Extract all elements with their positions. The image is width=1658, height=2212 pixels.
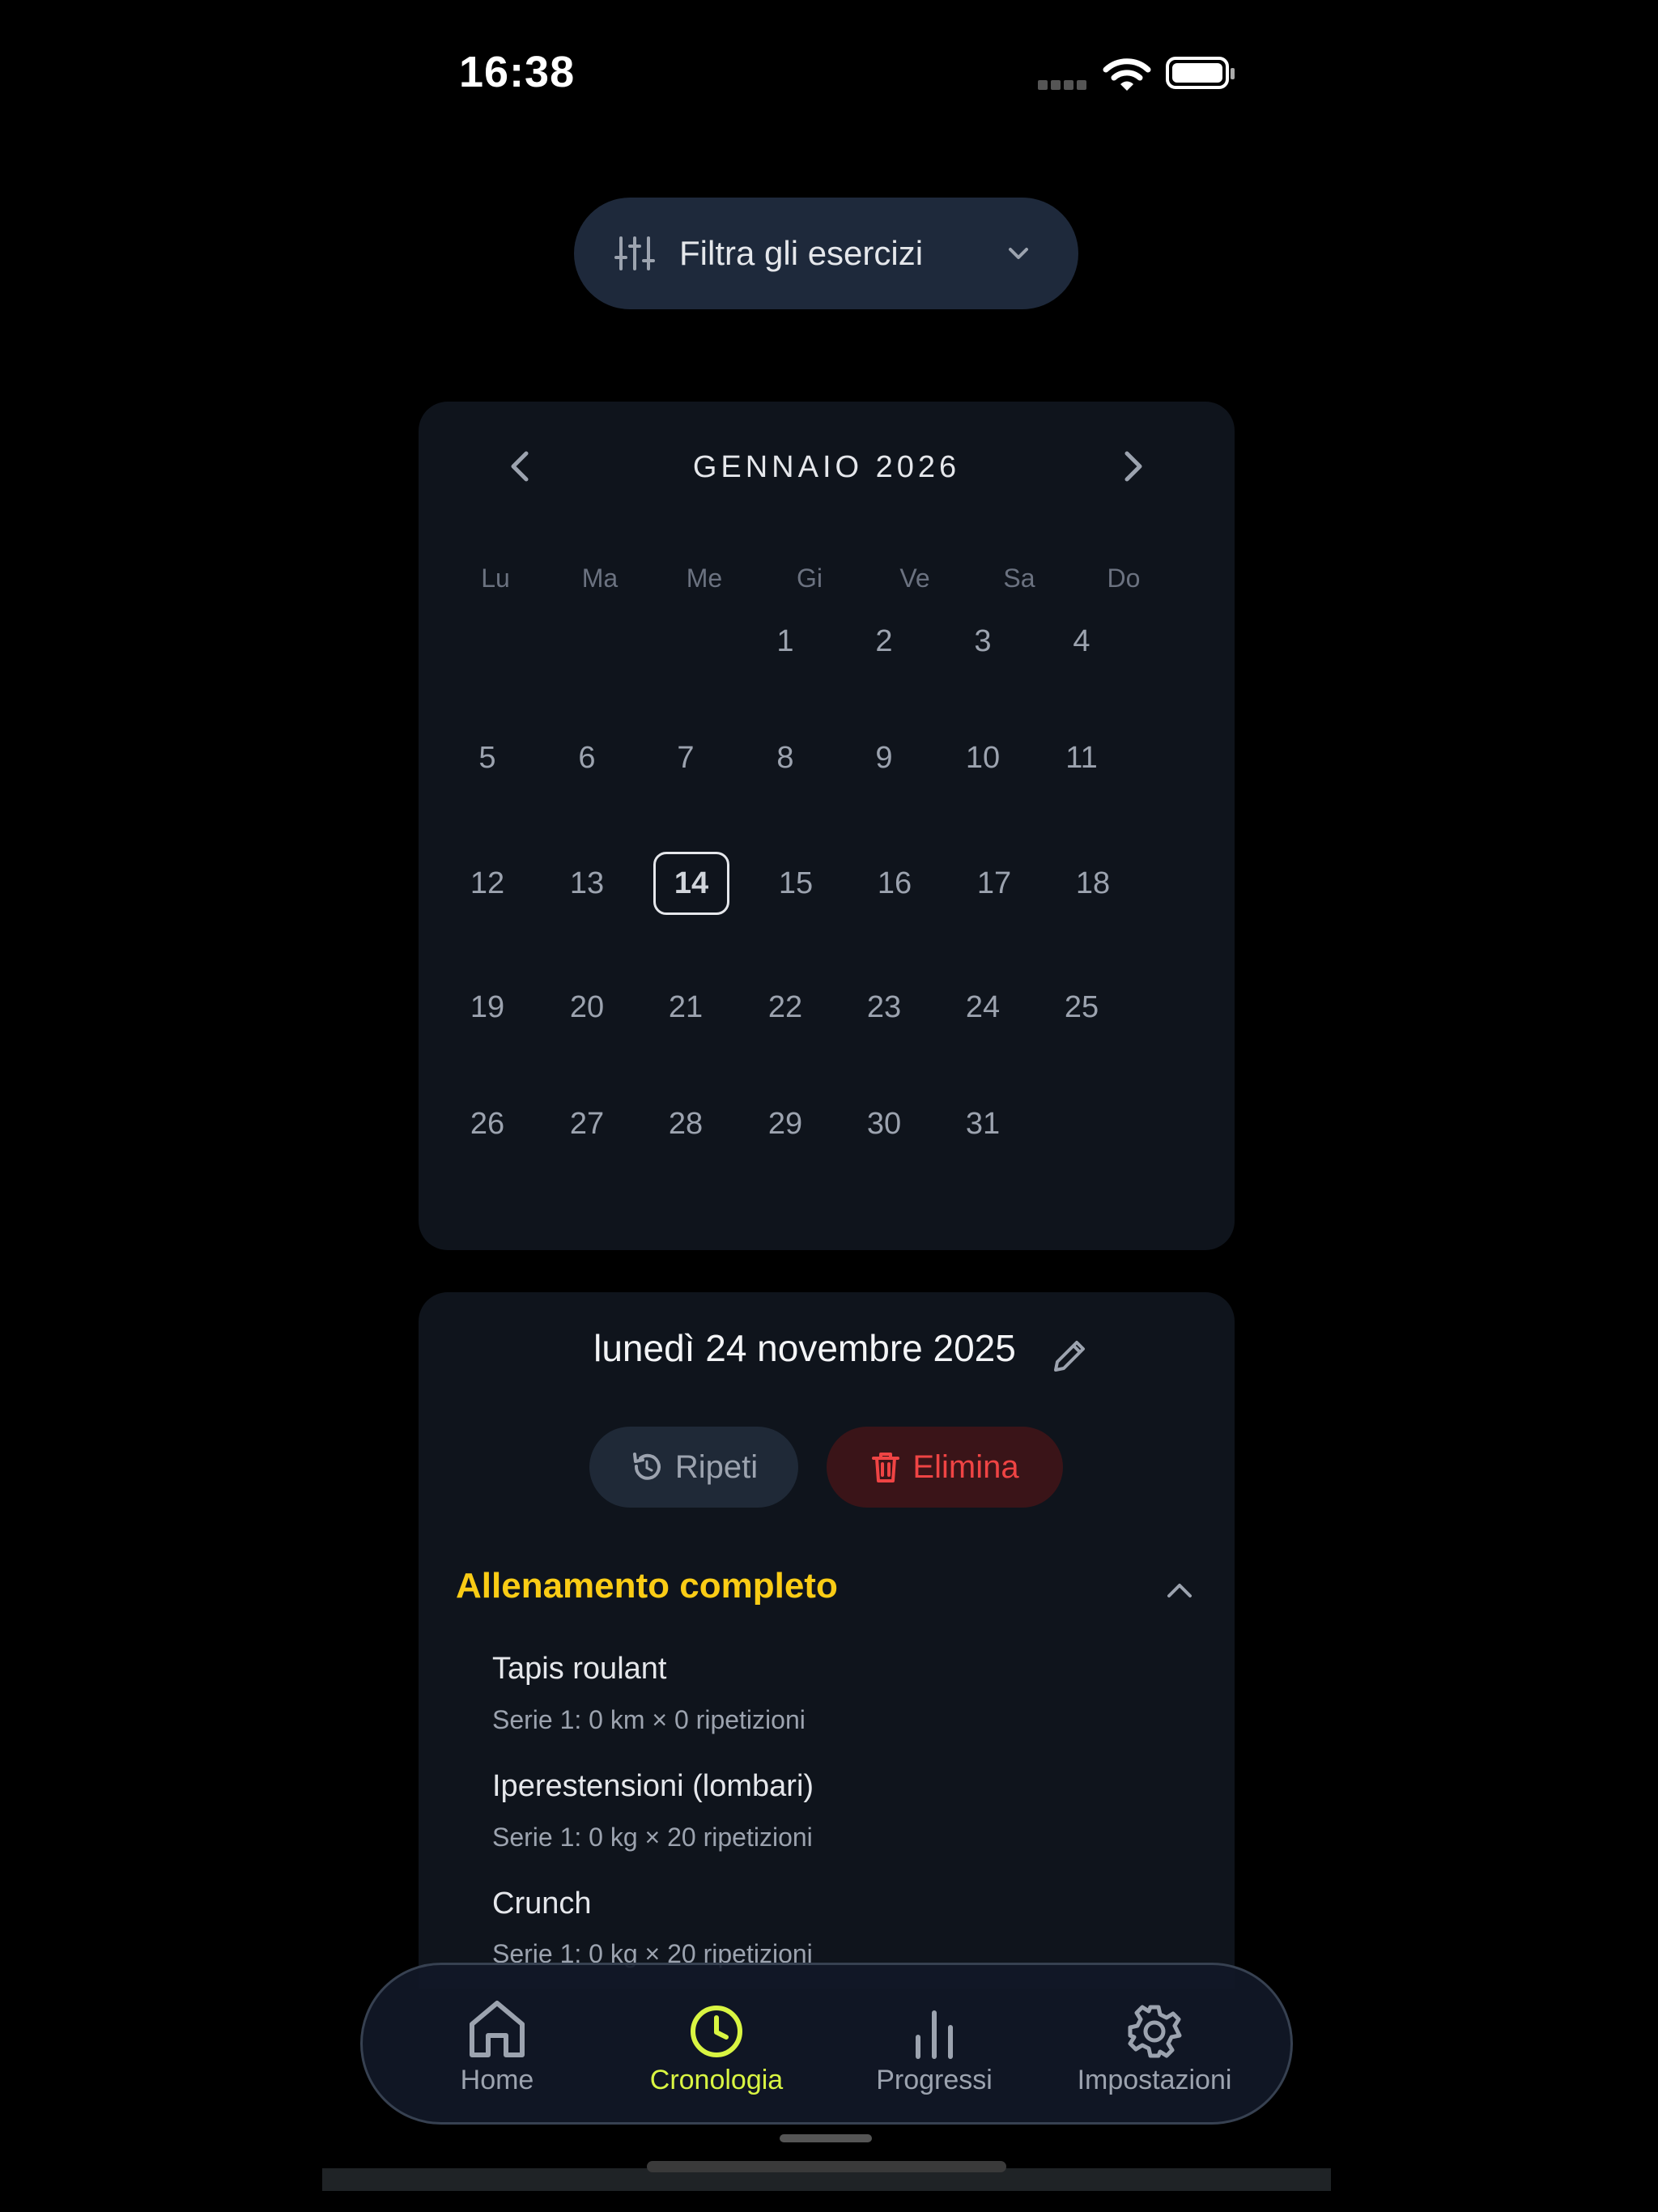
calendar-day[interactable]: 30: [844, 1100, 925, 1148]
weekday-label: Gi: [797, 564, 823, 593]
calendar-day[interactable]: 8: [745, 734, 826, 782]
drag-handle[interactable]: [780, 2134, 872, 2142]
workout-group-title[interactable]: Allenamento completo: [456, 1566, 838, 1606]
tab-label: Impostazioni: [1077, 2065, 1232, 2095]
weekday-label: Ma: [581, 564, 619, 593]
weekday-label: Do: [1107, 564, 1141, 593]
repeat-button[interactable]: Ripeti: [589, 1427, 798, 1508]
tab-settings[interactable]: Impostazioni: [1065, 1995, 1244, 2096]
calendar-day[interactable]: 9: [844, 734, 925, 782]
calendar-day[interactable]: 7: [645, 734, 726, 782]
exercise-name: Tapis roulant: [492, 1652, 667, 1686]
clock-icon: [691, 2006, 742, 2057]
calendar-day[interactable]: 5: [447, 734, 528, 782]
tab-history[interactable]: Cronologia: [627, 1995, 806, 2096]
delete-label: Elimina: [912, 1448, 1019, 1485]
battery-icon: [1166, 57, 1235, 89]
calendar-day[interactable]: 20: [546, 983, 627, 1032]
home-indicator[interactable]: [647, 2161, 1006, 2172]
weekday-label: Me: [686, 564, 723, 593]
rotate-icon: [632, 1453, 661, 1480]
calendar-day[interactable]: 21: [645, 983, 726, 1032]
calendar-day[interactable]: 22: [745, 983, 826, 1032]
trash-icon: [872, 1453, 900, 1482]
tab-label: Home: [460, 2065, 534, 2095]
tab-label: Progressi: [876, 2065, 993, 2095]
calendar-day[interactable]: 3: [942, 617, 1023, 666]
bar-chart-icon: [916, 2010, 953, 2059]
weekday-label: Sa: [1003, 564, 1035, 593]
repeat-label: Ripeti: [674, 1448, 759, 1485]
calendar-day[interactable]: 29: [745, 1100, 826, 1148]
exercise-detail: Serie 1: 0 km × 0 ripetizioni: [492, 1705, 806, 1734]
tab-home[interactable]: Home: [408, 1995, 586, 2096]
gear-icon: [1128, 2005, 1182, 2058]
calendar-day[interactable]: 1: [745, 617, 826, 666]
chevron-up-icon[interactable]: [1163, 1574, 1197, 1608]
delete-button[interactable]: Elimina: [827, 1427, 1063, 1508]
calendar-day[interactable]: 15: [755, 859, 836, 908]
filter-label: Filtra gli esercizi: [679, 234, 924, 272]
calendar-day[interactable]: 2: [844, 617, 925, 666]
calendar-day[interactable]: 13: [546, 859, 627, 908]
calendar-day[interactable]: 19: [447, 983, 528, 1032]
tab-label: Cronologia: [649, 2065, 784, 2095]
exercise-name: Iperestensioni (lombari): [492, 1769, 814, 1803]
calendar-day[interactable]: 26: [447, 1100, 528, 1148]
pencil-icon[interactable]: [1049, 1334, 1091, 1376]
exercise-name: Crunch: [492, 1887, 592, 1921]
calendar-day[interactable]: 27: [546, 1100, 627, 1148]
calendar-day[interactable]: 17: [954, 859, 1035, 908]
exercise-detail: Serie 1: 0 kg × 20 ripetizioni: [492, 1823, 813, 1852]
status-time: 16:38: [459, 48, 576, 96]
calendar-day[interactable]: 25: [1041, 983, 1122, 1032]
workout-session-card: [419, 1292, 1235, 1989]
home-icon: [470, 2001, 525, 2057]
calendar-card: [419, 402, 1235, 1250]
calendar-day[interactable]: 31: [942, 1100, 1023, 1148]
calendar-day[interactable]: 24: [942, 983, 1023, 1032]
weekday-label: Ve: [899, 564, 930, 593]
calendar-day[interactable]: 10: [942, 734, 1023, 782]
calendar-day[interactable]: 28: [645, 1100, 726, 1148]
calendar-day[interactable]: 23: [844, 983, 925, 1032]
calendar-day[interactable]: 12: [447, 859, 528, 908]
sliders-icon: [614, 236, 655, 270]
chevron-right-icon: [1124, 451, 1142, 482]
next-month-button[interactable]: [1109, 442, 1158, 491]
calendar-day[interactable]: 18: [1052, 859, 1133, 908]
wifi-icon: [1103, 58, 1151, 91]
weekday-label: Lu: [481, 564, 510, 593]
filter-exercises-button[interactable]: Filtra gli esercizi: [574, 198, 1078, 309]
cellular-signal-icon: [1038, 79, 1090, 90]
calendar-day[interactable]: 16: [854, 859, 935, 908]
calendar-day[interactable]: 6: [546, 734, 627, 782]
chevron-down-icon: [1009, 248, 1028, 259]
calendar-day[interactable]: 4: [1041, 617, 1122, 666]
calendar-day-today[interactable]: 14: [653, 852, 729, 915]
calendar-day[interactable]: 11: [1041, 734, 1122, 782]
tab-progress[interactable]: Progressi: [845, 1995, 1023, 2096]
